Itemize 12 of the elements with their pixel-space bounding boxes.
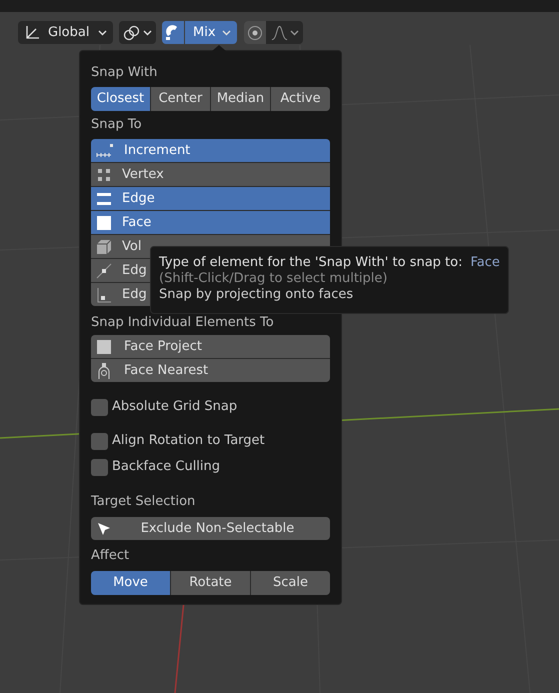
checkbox-label: Backface Culling	[112, 458, 220, 476]
section-label: Affect	[91, 548, 130, 564]
checkbox-label: Align Rotation to Target	[112, 432, 265, 450]
tooltip-hint: (Shift-Click/Drag to select multiple)	[159, 271, 388, 287]
section-label: Snap Individual Elements To	[91, 315, 275, 331]
tooltip-value: Face	[470, 255, 500, 271]
tooltip-title: Type of element for the 'Snap With' to snap to:	[159, 255, 462, 271]
section-label: Target Selection	[91, 494, 196, 510]
checkbox-label: Absolute Grid Snap	[112, 398, 238, 416]
section-label: Snap To	[91, 117, 143, 133]
section-label: Snap With	[91, 65, 158, 81]
tooltip-description: Snap by projecting onto faces	[159, 287, 354, 303]
